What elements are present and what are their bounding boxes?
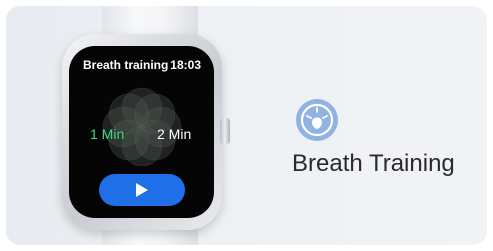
watch-crown	[220, 118, 230, 144]
start-button[interactable]	[99, 174, 185, 206]
breath-training-icon	[296, 99, 338, 141]
duration-option-1-min[interactable]: 1 Min	[90, 126, 124, 142]
screen-title: Breath training	[83, 58, 169, 72]
promo-card: Breath training 18:03 1 Min 2 Min Breath…	[6, 6, 487, 245]
watch-screen: Breath training 18:03 1 Min 2 Min	[69, 46, 214, 218]
screen-clock: 18:03	[170, 58, 201, 72]
feature-title: Breath Training	[292, 150, 455, 177]
duration-option-2-min[interactable]: 2 Min	[157, 126, 191, 142]
play-icon	[136, 183, 148, 197]
